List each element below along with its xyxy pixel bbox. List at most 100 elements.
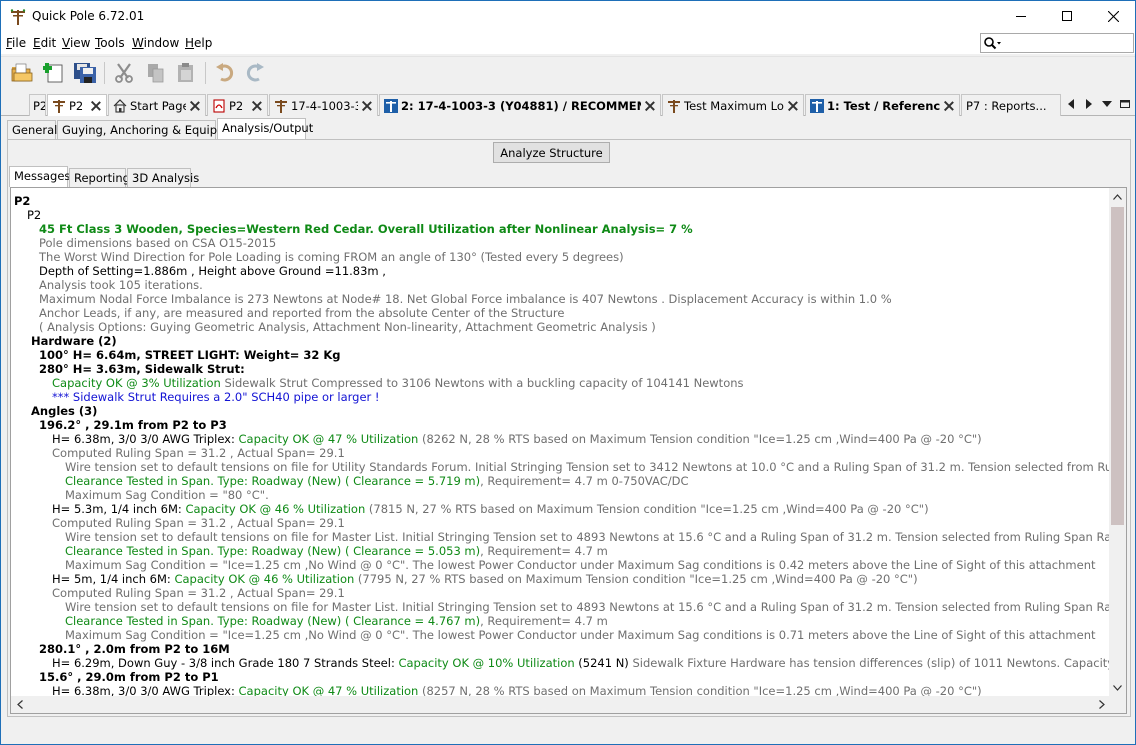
message-text: 45 Ft Class 3 Wooden, Species=Western Re…	[39, 222, 693, 236]
message-text: Computed Ruling Span = 31.2 , Actual Spa…	[52, 586, 345, 600]
analyze-structure-button[interactable]: Analyze Structure	[493, 142, 610, 163]
doc-tab-p2-active[interactable]: P2	[47, 94, 107, 116]
doc-tab-p2-overflow[interactable]: P2	[29, 94, 46, 116]
tab-3d-analysis[interactable]: 3D Analysis	[127, 168, 199, 187]
message-line: Maximum Nodal Force Imbalance is 273 New…	[39, 292, 892, 306]
doc-tab-p7-reports[interactable]: P7 : Reports...	[961, 94, 1061, 116]
message-line: H= 6.29m, Down Guy - 3/8 inch Grade 180 …	[52, 656, 1126, 670]
tab-messages[interactable]: Messages	[9, 166, 70, 187]
tab-scroll-right-icon[interactable]	[1082, 97, 1096, 111]
message-line: P2	[27, 208, 41, 222]
close-tab-icon[interactable]	[944, 101, 954, 111]
close-tab-icon[interactable]	[91, 101, 101, 111]
message-text: (8262 N, 28 % RTS based on Maximum Tensi…	[418, 432, 982, 446]
search-input[interactable]	[980, 33, 1134, 53]
message-line: Computed Ruling Span = 31.2 , Actual Spa…	[52, 586, 345, 600]
menu-file[interactable]: File	[6, 36, 26, 50]
tab-list-dropdown-icon[interactable]	[1100, 97, 1114, 111]
message-text: Sidewalk Fixture Hardware has tension di…	[632, 656, 1124, 670]
menu-edit[interactable]: Edit	[33, 36, 56, 50]
message-line: Wire tension set to default tensions on …	[65, 530, 1126, 544]
scroll-up-icon[interactable]	[1109, 188, 1126, 205]
pole-icon	[10, 8, 26, 25]
doc-tab-p2-pdf[interactable]: P2	[207, 94, 268, 116]
copy-icon[interactable]	[143, 60, 169, 86]
message-text: Capacity OK @ 47 % Utilization	[238, 432, 419, 446]
message-text: Maximum Sag Condition = "80 °C".	[65, 488, 269, 502]
message-line: Depth of Setting=1.886m , Height above G…	[39, 264, 386, 278]
message-line: Clearance Tested in Span. Type: Roadway …	[65, 614, 608, 628]
message-line: The Worst Wind Direction for Pole Loadin…	[39, 250, 624, 264]
menu-window[interactable]: Window	[132, 36, 179, 50]
message-line: *** Sidewalk Strut Requires a 2.0" SCH40…	[52, 390, 380, 404]
tab-label: General	[12, 123, 58, 137]
message-line: Anchor Leads, if any, are measured and r…	[39, 306, 564, 320]
message-line: Maximum Sag Condition = "Ice=1.25 cm ,No…	[65, 558, 1096, 572]
message-text: Capacity OK @ 10% Utilization	[398, 656, 575, 670]
message-text: P2	[27, 208, 42, 222]
message-text: (5241 N)	[574, 656, 629, 670]
close-tab-icon[interactable]	[788, 101, 798, 111]
cut-icon[interactable]	[111, 60, 137, 86]
message-text: , Requirement= 4.7 m	[480, 614, 608, 628]
scroll-left-icon[interactable]	[11, 696, 28, 713]
doc-tab-recommended[interactable]: 2: 17-4-1003-3 (Y04881) / RECOMMENDED	[379, 94, 661, 116]
message-text: Analysis took 105 iterations.	[39, 278, 203, 292]
paste-icon[interactable]	[173, 60, 199, 86]
scroll-right-icon[interactable]	[1093, 696, 1110, 713]
menu-view[interactable]: View	[62, 36, 90, 50]
redo-icon[interactable]	[242, 60, 268, 86]
message-text: Wire tension set to default tensions on …	[65, 460, 1126, 474]
message-line: Capacity OK @ 3% Utilization Sidewalk St…	[52, 376, 744, 390]
message-text: 15.6° , 29.0m from P2 to P1	[39, 670, 219, 684]
minimize-button[interactable]	[998, 1, 1044, 31]
tab-general[interactable]: General	[7, 120, 58, 139]
messages-panel[interactable]: P2 P2 45 Ft Class 3 Wooden, Species=Wester…	[10, 187, 1127, 714]
pole-icon	[52, 99, 66, 113]
doc-tab-start-page[interactable]: Start Page	[108, 94, 206, 116]
close-window-button[interactable]	[1090, 1, 1135, 31]
new-document-icon[interactable]	[41, 60, 67, 86]
pole-icon	[667, 99, 681, 113]
tab-guying-anchoring-equipment[interactable]: Guying, Anchoring & Equipment	[57, 120, 247, 139]
message-text: Computed Ruling Span = 31.2 , Actual Spa…	[52, 446, 345, 460]
message-text: , Requirement= 4.7 m	[480, 544, 608, 558]
tab-analysis-output[interactable]: Analysis/Output	[217, 118, 313, 139]
message-text: Capacity OK @ 46 % Utilization	[174, 572, 355, 586]
maximize-pane-icon[interactable]	[1118, 97, 1132, 111]
message-line: H= 6.38m, 3/0 3/0 AWG Triplex: Capacity …	[52, 432, 982, 446]
doc-tab-test-reference[interactable]: 1: Test / Reference	[805, 94, 960, 116]
vertical-scrollbar[interactable]	[1109, 188, 1126, 696]
tab-scroll-left-icon[interactable]	[1064, 97, 1078, 111]
close-tab-icon[interactable]	[252, 101, 262, 111]
close-tab-icon[interactable]	[645, 101, 655, 111]
message-text: P2	[14, 194, 31, 208]
tab-label: 2: 17-4-1003-3 (Y04881) / RECOMMENDED	[401, 98, 641, 113]
message-line: Computed Ruling Span = 31.2 , Actual Spa…	[52, 446, 345, 460]
message-line: Maximum Sag Condition = "Ice=1.25 cm ,No…	[65, 628, 1096, 642]
search-icon[interactable]	[983, 36, 1003, 53]
close-tab-icon[interactable]	[362, 101, 372, 111]
message-text: Clearance Tested in Span. Type: Roadway …	[65, 544, 481, 558]
message-text: ( Analysis Options: Guying Geometric Ana…	[39, 320, 656, 334]
doc-tab-test-maximum-load[interactable]: Test Maximum Load	[662, 94, 804, 116]
tab-reporting[interactable]: Reporting	[69, 168, 130, 187]
maximize-button[interactable]	[1044, 1, 1090, 31]
scroll-down-icon[interactable]	[1109, 679, 1126, 696]
save-icon[interactable]	[72, 60, 98, 86]
message-text: Hardware (2)	[31, 334, 117, 348]
doc-tab-17-4-1003-3[interactable]: 17-4-1003-3	[269, 94, 378, 116]
horizontal-scrollbar[interactable]	[11, 696, 1110, 713]
menu-tools[interactable]: Tools	[95, 36, 125, 50]
message-line: Wire tension set to default tensions on …	[65, 460, 1126, 474]
undo-icon[interactable]	[212, 60, 238, 86]
close-tab-icon[interactable]	[190, 101, 200, 111]
menu-help[interactable]: Help	[185, 36, 212, 50]
message-text: Maximum Sag Condition = "Ice=1.25 cm ,No…	[65, 558, 1096, 572]
open-folder-icon[interactable]	[9, 60, 35, 86]
home-icon	[113, 98, 127, 113]
message-text: H= 5m, 1/4 inch 6M:	[52, 572, 175, 586]
message-line: 280° H= 3.63m, Sidewalk Strut:	[39, 362, 245, 376]
scrollbar-thumb[interactable]	[1111, 207, 1124, 525]
menu-bar: File Edit View Tools Window Help	[1, 32, 1135, 54]
